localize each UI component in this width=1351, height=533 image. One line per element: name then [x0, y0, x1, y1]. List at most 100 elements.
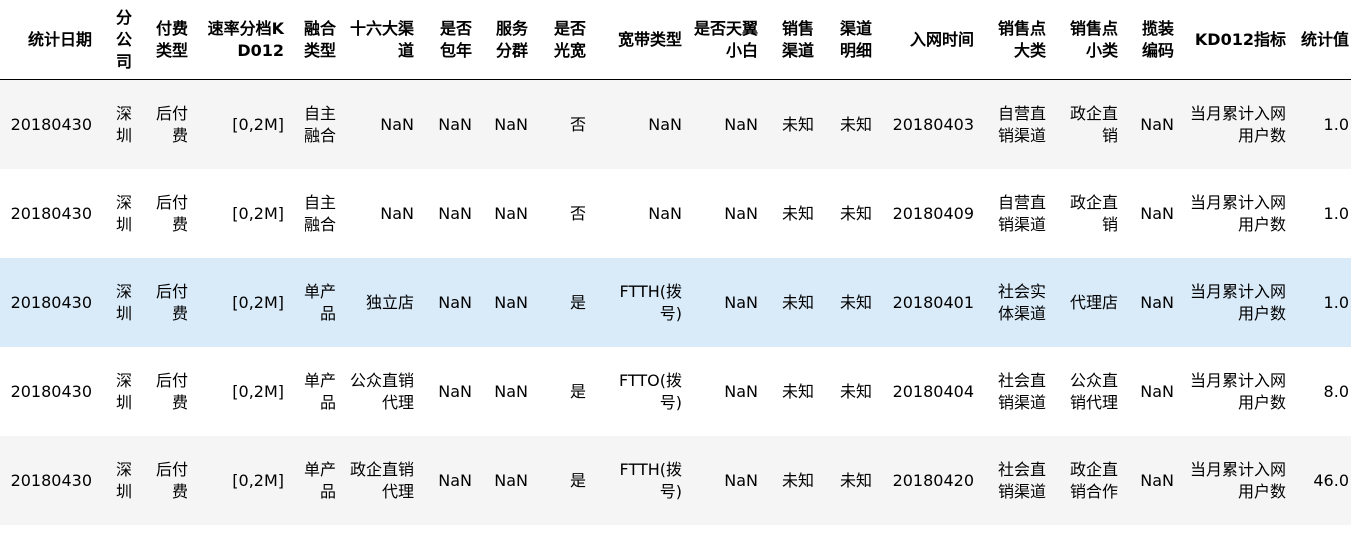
table-cell: 社会直销渠道 [997, 459, 1046, 501]
table-cell: NaN [1140, 114, 1174, 134]
table-cell: 政企直销 [1069, 192, 1118, 234]
column-header: 融合类型 [290, 0, 342, 80]
table-cell: FTTO(拨号) [618, 370, 682, 412]
table-cell: NaN [438, 114, 472, 134]
column-header: 十六大渠道 [342, 0, 420, 80]
table-cell: NaN [1140, 203, 1174, 223]
table-cell: 社会实体渠道 [997, 281, 1046, 323]
table-cell: 深圳 [115, 281, 132, 323]
table-cell: 深圳 [115, 103, 132, 145]
table-cell: 深圳 [115, 459, 132, 501]
table-cell: NaN [724, 114, 758, 134]
table-cell: 是 [569, 381, 586, 401]
column-header: 分公司 [98, 0, 138, 80]
table-cell: NaN [1140, 292, 1174, 312]
table-cell: 自营直销渠道 [997, 192, 1046, 234]
header-row: 统计日期 分公司 付费类型 速率分档KD012 融合类型 十六大渠道 是否包年 服务分群 是否光… [0, 0, 1351, 80]
table-row[interactable]: 20180430 深圳 后付费 [0,2M] 单产品 独立店 NaN NaN 是 FTTH(拨号)… [0, 258, 1351, 347]
table-cell: 政企直销 [1069, 103, 1118, 145]
table-cell: NaN [494, 470, 528, 490]
table-cell: 20180430 [10, 292, 92, 312]
table-cell: 未知 [781, 292, 814, 312]
table-cell: 后付费 [155, 192, 188, 234]
table-header: 统计日期 分公司 付费类型 速率分档KD012 融合类型 十六大渠道 是否包年 服务分群 是否光… [0, 0, 1351, 80]
column-header: 是否天翼小白 [688, 0, 764, 80]
table-cell: 后付费 [155, 103, 188, 145]
table-cell: 后付费 [155, 459, 188, 501]
table-cell: NaN [380, 203, 414, 223]
column-header: 宽带类型 [592, 0, 688, 80]
table-cell: NaN [724, 381, 758, 401]
column-header: 销售渠道 [764, 0, 820, 80]
table-cell: NaN [438, 203, 472, 223]
table-cell: 未知 [781, 381, 814, 401]
table-cell: 当月累计入网用户数 [1189, 103, 1286, 145]
table-cell: 未知 [781, 470, 814, 490]
table-cell: NaN [724, 203, 758, 223]
table-row[interactable]: 20180430 深圳 后付费 [0,2M] 单产品 政企直销代理 NaN NaN 是 FTTH(… [0, 436, 1351, 525]
table-cell: 未知 [781, 203, 814, 223]
table-cell: 深圳 [115, 370, 132, 412]
column-header: 销售点大类 [980, 0, 1052, 80]
table-cell: NaN [438, 381, 472, 401]
column-header: 销售点小类 [1052, 0, 1124, 80]
column-header: 揽装编码 [1124, 0, 1180, 80]
table-cell: 20180409 [892, 203, 974, 223]
table-row[interactable]: 20180430 深圳 后付费 [0,2M] 单产品 公众直销代理 NaN NaN 是 FTTO(… [0, 347, 1351, 436]
table-cell: [0,2M] [232, 203, 284, 223]
table-cell: 20180430 [10, 381, 92, 401]
table-cell: 1.0 [1323, 203, 1349, 223]
table-cell: 20180430 [10, 470, 92, 490]
table-cell: 自营直销渠道 [997, 103, 1046, 145]
table-cell: 否 [569, 114, 586, 134]
table-cell: FTTH(拨号) [619, 459, 682, 501]
column-header: 是否包年 [420, 0, 478, 80]
table-cell: NaN [494, 114, 528, 134]
table-cell: 政企直销代理 [349, 459, 414, 501]
table-cell: 社会直销渠道 [997, 370, 1046, 412]
table-cell: 1.0 [1323, 292, 1349, 312]
table-cell: 自主融合 [303, 103, 336, 145]
column-header: 渠道明细 [820, 0, 878, 80]
table-cell: 未知 [839, 470, 872, 490]
dataframe-table: 统计日期 分公司 付费类型 速率分档KD012 融合类型 十六大渠道 是否包年 服务分群 是否光… [0, 0, 1351, 525]
table-cell: 未知 [839, 292, 872, 312]
table-cell: 未知 [839, 114, 872, 134]
table-cell: 单产品 [303, 459, 336, 501]
table-cell: 独立店 [365, 292, 414, 312]
table-cell: 46.0 [1313, 470, 1349, 490]
table-cell: 后付费 [155, 281, 188, 323]
column-header: 速率分档KD012 [194, 0, 290, 80]
table-cell: NaN [494, 292, 528, 312]
table-cell: FTTH(拨号) [619, 281, 682, 323]
table-cell: 未知 [839, 203, 872, 223]
table-cell: 后付费 [155, 370, 188, 412]
table-row[interactable]: 20180430 深圳 后付费 [0,2M] 自主融合 NaN NaN NaN 否 NaN NaN 未… [0, 79, 1351, 169]
column-header: KD012指标 [1180, 0, 1292, 80]
table-cell: NaN [648, 114, 682, 134]
table-cell: NaN [494, 203, 528, 223]
column-header: 服务分群 [478, 0, 534, 80]
table-cell: 代理店 [1069, 292, 1118, 312]
column-header: 统计日期 [0, 0, 98, 80]
table-cell: 1.0 [1323, 114, 1349, 134]
table-cell: 当月累计入网用户数 [1189, 459, 1286, 501]
table-cell: NaN [494, 381, 528, 401]
table-cell: 自主融合 [303, 192, 336, 234]
table-row[interactable]: 20180430 深圳 后付费 [0,2M] 自主融合 NaN NaN NaN 否 NaN NaN 未… [0, 169, 1351, 258]
table-cell: NaN [724, 470, 758, 490]
table-cell: 20180430 [10, 203, 92, 223]
column-header: 入网时间 [878, 0, 980, 80]
table-cell: NaN [724, 292, 758, 312]
table-cell: 未知 [839, 381, 872, 401]
table-cell: 未知 [781, 114, 814, 134]
table-cell: 单产品 [303, 281, 336, 323]
table-cell: 公众直销代理 [1069, 370, 1118, 412]
table-cell: NaN [380, 114, 414, 134]
table-cell: 8.0 [1323, 381, 1349, 401]
table-cell: NaN [1140, 470, 1174, 490]
table-cell: 20180420 [892, 470, 974, 490]
table-cell: 深圳 [115, 192, 132, 234]
table-cell: 单产品 [303, 370, 336, 412]
table-cell: [0,2M] [232, 470, 284, 490]
